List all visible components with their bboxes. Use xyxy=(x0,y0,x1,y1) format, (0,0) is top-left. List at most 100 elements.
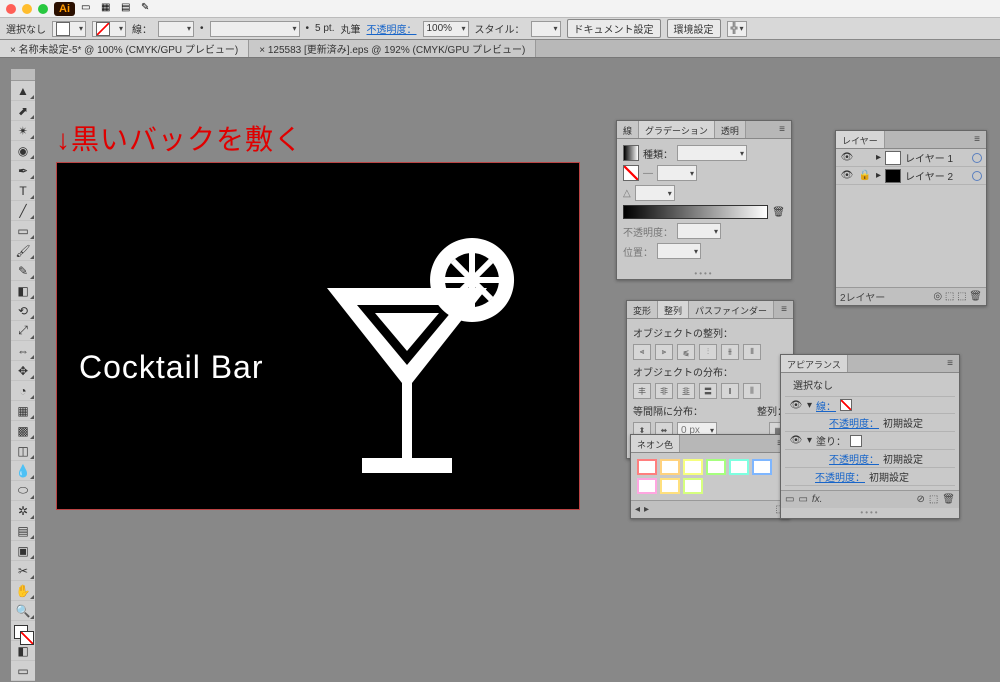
perspective-tool[interactable]: ▦ xyxy=(11,401,35,421)
panel-resize-grip[interactable]: •••• xyxy=(781,508,959,518)
swatch-cell[interactable] xyxy=(660,459,680,475)
gradient-angle-dropdown[interactable] xyxy=(657,165,697,181)
fx-icon[interactable]: fx. xyxy=(812,494,823,505)
fill-swatch[interactable] xyxy=(850,435,862,447)
menu-icon[interactable]: ▭ xyxy=(81,2,95,16)
document-setup-button[interactable]: ドキュメント設定 xyxy=(567,19,661,38)
type-tool[interactable]: T xyxy=(11,181,35,201)
slice-tool[interactable]: ✂ xyxy=(11,561,35,581)
trash-icon[interactable]: 🗑 xyxy=(772,207,785,218)
menu-icon[interactable]: ▤ xyxy=(121,2,135,16)
style-dropdown[interactable] xyxy=(531,21,561,37)
preferences-button[interactable]: 環境設定 xyxy=(667,19,721,38)
visibility-icon[interactable]: 👁 xyxy=(789,400,803,411)
swatch-cell[interactable] xyxy=(706,459,726,475)
swatch-cell[interactable] xyxy=(660,478,680,494)
swatch-cell[interactable] xyxy=(752,459,772,475)
next-swatch-button[interactable]: ▸ xyxy=(644,504,649,515)
panel-tab-layers[interactable]: レイヤー xyxy=(836,131,885,148)
document-tab[interactable]: × 125583 [更新済み].eps @ 192% (CMYK/GPU プレビ… xyxy=(249,40,536,57)
swatch-cell[interactable] xyxy=(637,478,657,494)
selection-tool[interactable]: ▲ xyxy=(11,81,35,101)
opacity-label[interactable]: 不透明度： xyxy=(367,21,417,36)
stop-position-dropdown[interactable] xyxy=(657,243,701,259)
visibility-icon[interactable]: 👁 xyxy=(840,152,854,163)
panel-grip[interactable] xyxy=(11,69,35,81)
artboard-tool[interactable]: ▣ xyxy=(11,541,35,561)
lasso-tool[interactable]: ◉ xyxy=(11,141,35,161)
new-stroke-icon[interactable]: ▭ xyxy=(798,494,807,505)
prev-swatch-button[interactable]: ◂ xyxy=(635,504,640,515)
align-right-button[interactable]: ⫹ xyxy=(677,344,695,360)
panel-tab-gradient[interactable]: グラデーション xyxy=(639,121,715,138)
distribute-button[interactable]: ⫼ xyxy=(743,383,761,399)
fill-dropdown[interactable] xyxy=(52,21,86,37)
gradient-slider[interactable] xyxy=(623,205,768,219)
pen-tool[interactable]: ✒ xyxy=(11,161,35,181)
stroke-swatch[interactable] xyxy=(840,399,852,411)
color-mode-toggle[interactable]: ◧ xyxy=(11,641,35,661)
clear-icon[interactable]: ⊘ xyxy=(916,494,924,505)
stroke-weight-dropdown[interactable] xyxy=(158,21,194,37)
mesh-tool[interactable]: ▩ xyxy=(11,421,35,441)
panel-tab-transparency[interactable]: 透明 xyxy=(715,121,746,138)
shape-builder-tool[interactable]: ◔ xyxy=(11,381,35,401)
align-left-button[interactable]: ⫷ xyxy=(633,344,651,360)
distribute-button[interactable]: ‖ xyxy=(721,383,739,399)
blend-tool[interactable]: ⬭ xyxy=(11,481,35,501)
swatches-panel[interactable]: ネオン色 ≡ ◂ ▸ ⬚ xyxy=(630,434,790,519)
visibility-icon[interactable]: 👁 xyxy=(840,170,854,181)
menu-icon[interactable]: ✎ xyxy=(141,2,155,16)
gradient-thumb[interactable] xyxy=(623,145,639,161)
layers-panel[interactable]: レイヤー ≡ 👁 ▸ レイヤー 1 👁 🔒 ▸ レイヤー 2 2レイヤー ◎ ⬚… xyxy=(835,130,987,306)
graph-tool[interactable]: ▤ xyxy=(11,521,35,541)
gradient-aspect-dropdown[interactable] xyxy=(635,185,675,201)
panel-tab-align[interactable]: 整列 xyxy=(658,301,689,318)
duplicate-icon[interactable]: ⬚ xyxy=(929,494,938,505)
appearance-panel[interactable]: アピアランス ≡ 選択なし 👁▾ 線： 不透明度： 初期設定 👁▾ 塗り： 不透… xyxy=(780,354,960,519)
width-tool[interactable]: ⇔ xyxy=(11,341,35,361)
swatch-cell[interactable] xyxy=(637,459,657,475)
magic-wand-tool[interactable]: ✴ xyxy=(11,121,35,141)
eraser-tool[interactable]: ◧ xyxy=(11,281,35,301)
align-vcenter-button[interactable]: ⫵ xyxy=(721,344,739,360)
panel-tab-transform[interactable]: 変形 xyxy=(627,301,658,318)
menu-icon[interactable]: ▦ xyxy=(101,2,115,16)
swatch-cell[interactable] xyxy=(729,459,749,475)
stop-opacity-dropdown[interactable] xyxy=(677,223,721,239)
new-fill-icon[interactable]: ▭ xyxy=(785,494,794,505)
maximize-window-icon[interactable] xyxy=(38,4,48,14)
align-top-button[interactable]: ⫶ xyxy=(699,344,717,360)
swatch-cell[interactable] xyxy=(683,459,703,475)
distribute-button[interactable]: 非 xyxy=(655,383,673,399)
panel-tab-swatches[interactable]: ネオン色 xyxy=(631,435,680,452)
panel-menu-icon[interactable]: ≡ xyxy=(773,121,791,138)
document-tab[interactable]: × 名称未設定-5* @ 100% (CMYK/GPU プレビュー) xyxy=(0,40,249,57)
panel-tab-stroke[interactable]: 線 xyxy=(617,121,639,138)
align-hcenter-button[interactable]: ⫸ xyxy=(655,344,673,360)
swatch-cell[interactable] xyxy=(683,478,703,494)
visibility-icon[interactable]: 👁 xyxy=(789,435,803,446)
stroke-dropdown[interactable] xyxy=(92,21,126,37)
hand-tool[interactable]: ✋ xyxy=(11,581,35,601)
panel-menu-icon[interactable]: ≡ xyxy=(968,131,986,148)
rectangle-tool[interactable]: ▭ xyxy=(11,221,35,241)
scale-tool[interactable]: ⤢ xyxy=(11,321,35,341)
distribute-button[interactable]: 〓 xyxy=(699,383,717,399)
panel-tab-pathfinder[interactable]: パスファインダー xyxy=(689,301,774,318)
layer-row[interactable]: 👁 🔒 ▸ レイヤー 2 xyxy=(836,167,986,185)
panel-tab-appearance[interactable]: アピアランス xyxy=(781,355,848,372)
panel-menu-icon[interactable]: ≡ xyxy=(941,355,959,372)
layer-row[interactable]: 👁 ▸ レイヤー 1 xyxy=(836,149,986,167)
artboard[interactable]: Cocktail Bar xyxy=(56,162,580,510)
rotate-tool[interactable]: ⟲ xyxy=(11,301,35,321)
opacity-dropdown[interactable]: 100% xyxy=(423,21,469,37)
paintbrush-tool[interactable]: 🖌 xyxy=(11,241,35,261)
gradient-panel[interactable]: 線 グラデーション 透明 ≡ 種類： — △ 🗑 不透明度： 位置： •••• xyxy=(616,120,792,280)
symbol-sprayer-tool[interactable]: ✲ xyxy=(11,501,35,521)
align-bottom-button[interactable]: ⫴ xyxy=(743,344,761,360)
fill-stroke-swatch[interactable] xyxy=(11,621,35,641)
panel-resize-grip[interactable]: •••• xyxy=(617,269,791,279)
gradient-tool[interactable]: ◫ xyxy=(11,441,35,461)
pencil-tool[interactable]: ✎ xyxy=(11,261,35,281)
